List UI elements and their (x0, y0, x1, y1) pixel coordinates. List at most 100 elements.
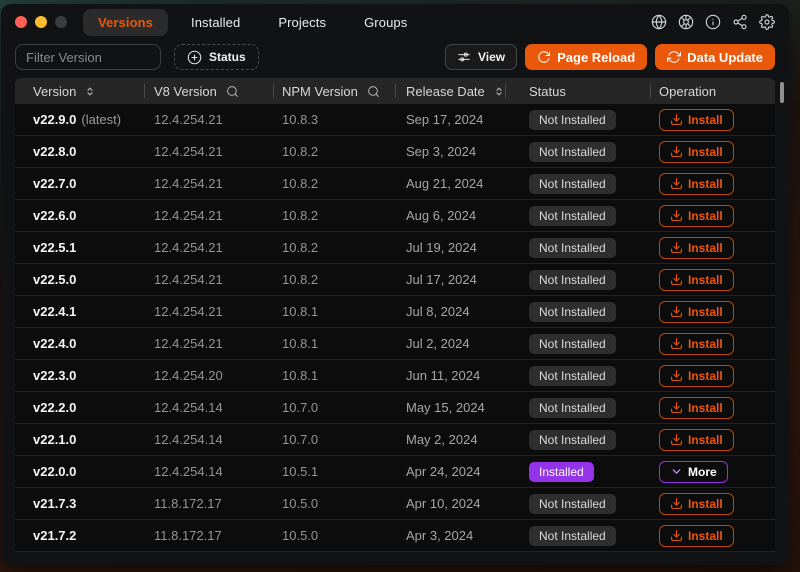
chevron-down-icon (670, 465, 683, 478)
install-button[interactable]: Install (659, 492, 734, 515)
version-cell: v22.2.0 (15, 400, 145, 415)
search-icon[interactable] (226, 85, 239, 98)
npm-version-cell: 10.5.0 (282, 496, 319, 511)
v8-version-cell: 12.4.254.14 (154, 464, 223, 479)
close-button[interactable] (15, 16, 27, 28)
version-cell: v22.4.1 (15, 304, 145, 319)
view-button[interactable]: View (444, 44, 518, 70)
column-label: V8 Version (154, 83, 217, 99)
table-row: v21.7.2 11.8.172.17 10.5.0 Apr 3, 2024 N… (15, 520, 775, 552)
v8-version-cell: 12.4.254.21 (154, 144, 223, 159)
more-button[interactable]: More (659, 460, 728, 483)
share-icon[interactable] (732, 14, 748, 30)
tab-projects[interactable]: Projects (263, 9, 341, 36)
release-date-cell: Jul 17, 2024 (406, 272, 477, 287)
download-icon (670, 369, 683, 382)
download-icon (670, 241, 683, 254)
install-button[interactable]: Install (659, 428, 734, 451)
install-button[interactable]: Install (659, 204, 734, 227)
version-label: v21.7.3 (33, 496, 77, 511)
v8-version-cell: 12.4.254.14 (154, 432, 223, 447)
table-row: v22.3.0 12.4.254.20 10.8.1 Jun 11, 2024 … (15, 360, 775, 392)
globe-icon[interactable] (651, 14, 667, 30)
column-header-npm-version[interactable]: NPM Version (274, 78, 396, 104)
status-badge: Not Installed (529, 333, 616, 354)
version-cell: v22.9.0 (latest) (15, 112, 145, 127)
tab-versions[interactable]: Versions (83, 8, 168, 36)
install-button[interactable]: Install (659, 172, 734, 195)
filter-version-input[interactable] (15, 44, 161, 70)
info-icon[interactable] (705, 14, 721, 30)
install-button[interactable]: Install (659, 332, 734, 355)
nav-tabs: Versions Installed Projects Groups (83, 8, 422, 36)
status-cell: Not Installed (506, 301, 651, 322)
page-reload-button[interactable]: Page Reload (525, 44, 648, 70)
operation-cell: Install More (651, 364, 775, 387)
column-header-v8-version[interactable]: V8 Version (145, 78, 274, 104)
status-badge: Not Installed (529, 237, 616, 258)
install-button[interactable]: Install (659, 396, 734, 419)
install-button[interactable]: Install (659, 236, 734, 259)
color-wheel-icon[interactable] (678, 14, 694, 30)
install-button[interactable]: Install (659, 108, 734, 131)
operation-cell: Install More (651, 204, 775, 227)
install-label: Install (688, 400, 723, 415)
npm-version-cell: 10.8.1 (282, 368, 319, 383)
version-label: v22.4.0 (33, 336, 77, 351)
sort-icon[interactable] (85, 85, 95, 98)
operation-cell: Install More (651, 524, 775, 547)
install-button[interactable]: Install (659, 140, 734, 163)
table-row: v22.6.0 12.4.254.21 10.8.2 Aug 6, 2024 N… (15, 200, 775, 232)
npm-version-cell: 10.8.3 (282, 112, 319, 127)
status-cell: Not Installed (506, 237, 651, 258)
install-button[interactable]: Install (659, 268, 734, 291)
install-button[interactable]: Install (659, 364, 734, 387)
column-label: NPM Version (282, 83, 358, 99)
status-cell: Not Installed (506, 173, 651, 194)
table-row: v22.1.0 12.4.254.14 10.7.0 May 2, 2024 N… (15, 424, 775, 456)
status-badge: Not Installed (529, 173, 616, 194)
download-icon (670, 209, 683, 222)
download-icon (670, 337, 683, 350)
status-cell: Not Installed (506, 269, 651, 290)
release-date-cell: Apr 3, 2024 (406, 528, 474, 543)
zoom-button[interactable] (55, 16, 67, 28)
minimize-button[interactable] (35, 16, 47, 28)
sort-icon[interactable] (494, 85, 504, 98)
npm-version-cell: 10.8.2 (282, 176, 319, 191)
install-label: Install (688, 144, 723, 159)
column-label: Version (33, 83, 77, 99)
status-badge: Installed (529, 461, 594, 482)
release-date-cell: Jul 19, 2024 (406, 240, 477, 255)
version-label: v22.6.0 (33, 208, 77, 223)
version-cell: v22.4.0 (15, 336, 145, 351)
tab-groups[interactable]: Groups (349, 9, 422, 36)
operation-cell: Install More (651, 300, 775, 323)
status-cell: Not Installed (506, 141, 651, 162)
status-badge: Not Installed (529, 269, 616, 290)
v8-version-cell: 12.4.254.21 (154, 112, 223, 127)
status-filter-button[interactable]: Status (174, 44, 259, 70)
operation-cell: Install More (651, 428, 775, 451)
version-label: v22.8.0 (33, 144, 77, 159)
column-header-release-date[interactable]: Release Date (396, 78, 506, 104)
status-badge: Not Installed (529, 109, 616, 130)
settings-gear-icon[interactable] (759, 14, 775, 30)
download-icon (670, 177, 683, 190)
column-header-version[interactable]: Version (15, 78, 145, 104)
data-update-button[interactable]: Data Update (655, 44, 775, 70)
install-button[interactable]: Install (659, 300, 734, 323)
operation-cell: Install More (651, 108, 775, 131)
release-date-cell: Sep 17, 2024 (406, 112, 484, 127)
version-label: v22.4.1 (33, 304, 77, 319)
app-window: Versions Installed Projects Groups Filte… (1, 4, 789, 565)
version-cell: v22.6.0 (15, 208, 145, 223)
search-icon[interactable] (367, 85, 380, 98)
tab-installed[interactable]: Installed (176, 9, 255, 36)
column-label: Status (529, 83, 566, 99)
status-badge: Not Installed (529, 205, 616, 226)
install-label: Install (688, 304, 723, 319)
install-button[interactable]: Install (659, 524, 734, 547)
v8-version-cell: 12.4.254.21 (154, 336, 223, 351)
scrollbar-thumb[interactable] (780, 82, 784, 103)
